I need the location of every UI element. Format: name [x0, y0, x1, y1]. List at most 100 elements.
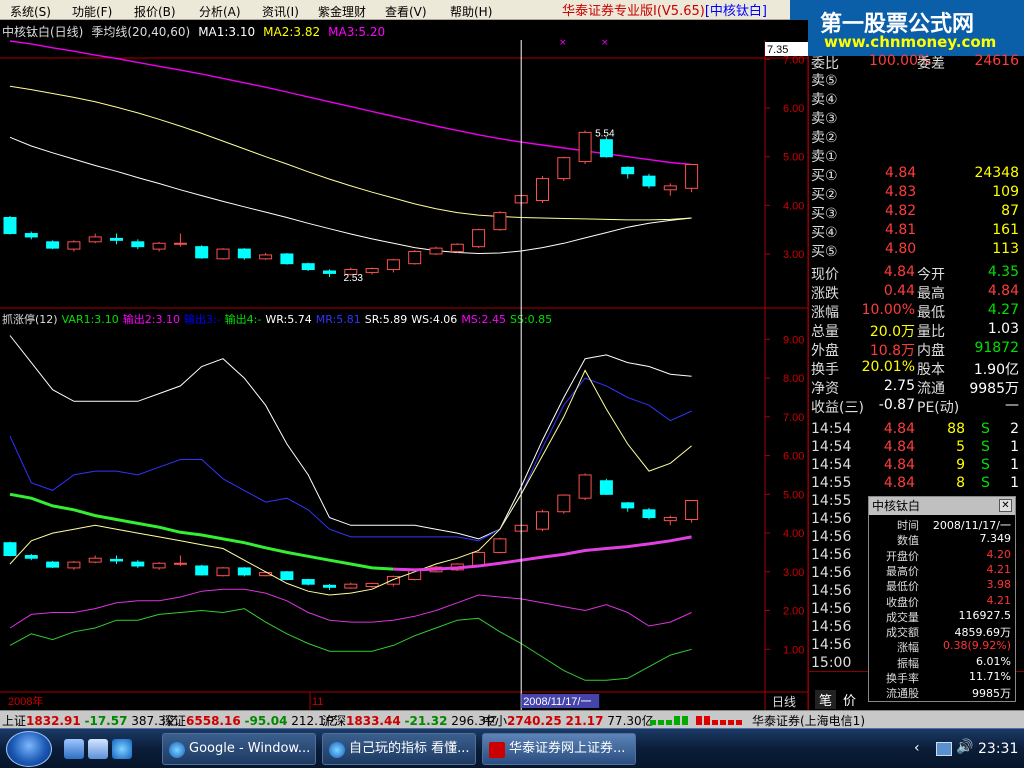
volume-icon[interactable]: 🔊 — [956, 739, 973, 755]
quote-stat-row: 换手 20.01% 股本 1.90亿 — [811, 359, 1019, 378]
y-tick-label: 4.00 — [783, 200, 804, 212]
tick-row[interactable]: 14:55 4.84 8 S 1 — [811, 475, 1019, 494]
menu-system[interactable]: 系统(S) — [10, 3, 51, 20]
menu-finance[interactable]: 紫金理财 — [318, 3, 366, 20]
sub-candle-body — [578, 474, 592, 499]
broker-server[interactable]: 华泰证券(上海电信1) — [752, 712, 865, 729]
candle-body — [557, 157, 571, 180]
menu-help[interactable]: 帮助(H) — [450, 3, 492, 20]
index-hushen[interactable]: 沪深1833.44 -21.32 296.3亿 — [322, 712, 498, 729]
taskbar-item-htsc[interactable]: 华泰证券网上证券... — [482, 733, 636, 765]
cursor-date: 2008/11/17/一 — [523, 696, 591, 708]
sub-line-mr — [9, 377, 692, 542]
sub-candle-body — [3, 542, 17, 557]
y-tick-label: 6.00 — [783, 451, 804, 463]
sub-candle-body — [663, 517, 677, 522]
candle-body — [46, 241, 60, 249]
switch-windows-icon[interactable] — [88, 739, 108, 759]
sub-candle-body — [152, 562, 166, 569]
ask-row[interactable]: 卖⑤ — [811, 70, 1019, 89]
low-annotation: 2.53 — [344, 273, 364, 284]
y-tick-label: 6.00 — [783, 103, 804, 115]
sub-candle-body — [472, 551, 486, 567]
y-tick-label: 5.00 — [783, 152, 804, 164]
sub-line-ss — [9, 608, 692, 681]
bid-row[interactable]: 买⑤ 4.80 113 — [811, 241, 1019, 260]
ie-icon[interactable] — [112, 739, 132, 759]
ask-row[interactable]: 卖② — [811, 127, 1019, 146]
clock[interactable]: 23:31 — [978, 741, 1018, 757]
ask-row[interactable]: 卖① — [811, 146, 1019, 165]
sub-candle-body — [88, 557, 102, 563]
y-tick-label: 1.00 — [783, 644, 804, 656]
menu-view[interactable]: 查看(V) — [385, 3, 427, 20]
y-tick-label: 8.00 — [783, 373, 804, 385]
index-shenzhen[interactable]: 深证6558.16 -95.04 212.1亿 — [162, 712, 338, 729]
show-desktop-icon[interactable] — [64, 739, 84, 759]
sub-candle-body — [493, 538, 507, 553]
popup-row: 成交量 116927.5 — [886, 608, 1011, 624]
tick-row[interactable]: 14:54 4.84 9 S 1 — [811, 457, 1019, 476]
candle-body — [110, 237, 123, 241]
bid-row[interactable]: 买① 4.84 24348 — [811, 165, 1019, 184]
sub-candle-body — [621, 502, 635, 509]
sub-candle-body — [195, 565, 209, 576]
popup-row: 涨幅 0.38(9.92%) — [897, 639, 1011, 655]
chart-area: 中核钛白(日线) 季均线(20,40,60) MA1:3.10 MA2:3.82 MA3… — [0, 20, 808, 710]
data-popup: 中核钛白 ✕ 时间 2008/11/17/一 数值 7.349 开盘价 4.20 最高价 4.… — [868, 496, 1016, 702]
chart-canvas[interactable]: 7.00 6.00 5.00 4.00 3.00 9.00 8.00 7.00 6.00 5.00… — [0, 20, 808, 710]
quote-stat-row: 外盘 10.8万 内盘 91872 — [811, 340, 1019, 359]
index-sme[interactable]: 中小2740.25 21.17 77.30亿 — [483, 712, 654, 729]
y-tick-label: 9.00 — [783, 334, 804, 346]
index-shanghai[interactable]: 上证1832.91 -17.57 387.3亿 — [2, 712, 178, 729]
ws-line-rise — [393, 535, 692, 572]
bid-row[interactable]: 买④ 4.81 161 — [811, 222, 1019, 241]
period-label: 日线 — [772, 695, 796, 709]
menu-analysis[interactable]: 分析(A) — [199, 3, 241, 20]
site-banner: 第一股票公式网 www.chnmoney.com — [790, 0, 1024, 56]
quote-stat-row: 涨幅 10.00% 最低 4.27 — [811, 302, 1019, 321]
tick-row[interactable]: 14:54 4.84 5 S 1 — [811, 439, 1019, 458]
year-label: 2008年 — [8, 694, 43, 708]
tab-ticks[interactable]: 笔 — [815, 690, 837, 709]
candle-body — [280, 253, 294, 265]
bid-row[interactable]: 买③ 4.82 87 — [811, 203, 1019, 222]
candle-body — [365, 268, 379, 273]
bid-row[interactable]: 买② 4.83 109 — [811, 184, 1019, 203]
popup-title: 中核钛白 — [869, 497, 1015, 515]
menu-info[interactable]: 资讯(I) — [262, 3, 299, 20]
quote-stat-row: 净资 2.75 流通 9985万 — [811, 378, 1019, 397]
quote-stat-row: 涨跌 0.44 最高 4.84 — [811, 283, 1019, 302]
y-tick-label: 3.00 — [783, 249, 804, 261]
price-tag: 7.35 — [767, 44, 788, 56]
popup-row: 时间 2008/11/17/一 — [897, 519, 1011, 532]
menu-quote[interactable]: 报价(B) — [134, 3, 176, 20]
quote-stat-row: 现价 4.84 今开 4.35 — [811, 264, 1019, 283]
tab-price[interactable]: 价 — [839, 690, 860, 709]
marker-x: × — [559, 38, 567, 48]
ask-row[interactable]: 卖③ — [811, 108, 1019, 127]
y-tick-label: 7.00 — [783, 412, 804, 424]
popup-row: 换手率 11.71% — [886, 670, 1011, 685]
taskbar-item-ie2[interactable]: 自己玩的指标 看懂... — [322, 733, 476, 765]
menu-function[interactable]: 功能(F) — [72, 3, 112, 20]
sub-candle-body — [110, 558, 123, 562]
tick-row[interactable]: 14:54 4.84 88 S 2 — [811, 421, 1019, 440]
y-tick-label: 5.00 — [783, 489, 804, 501]
taskbar-item-ie[interactable]: Google - Window... — [162, 733, 316, 765]
sub-candle-body — [46, 561, 60, 568]
app-window: { "menu": { "items": ["系统(S)", "功能(F)", … — [0, 0, 1024, 768]
popup-row: 最高价 4.21 — [886, 562, 1011, 578]
chevron-left-icon[interactable]: ‹ — [914, 740, 920, 756]
network-icon[interactable] — [936, 742, 952, 756]
popup-row: 成交额 4859.69万 — [886, 626, 1011, 640]
system-tray: ‹ 🔊 23:31 — [912, 733, 1024, 765]
popup-row: 收盘价 4.21 — [886, 593, 1011, 609]
start-button[interactable] — [6, 731, 52, 767]
sub-candle-body — [642, 509, 656, 519]
ask-row[interactable]: 卖④ — [811, 89, 1019, 108]
sub-candle-body — [237, 567, 251, 576]
y-tick-label: 2.00 — [783, 606, 804, 618]
candle-body — [173, 242, 187, 245]
popup-close-button[interactable]: ✕ — [999, 499, 1012, 512]
